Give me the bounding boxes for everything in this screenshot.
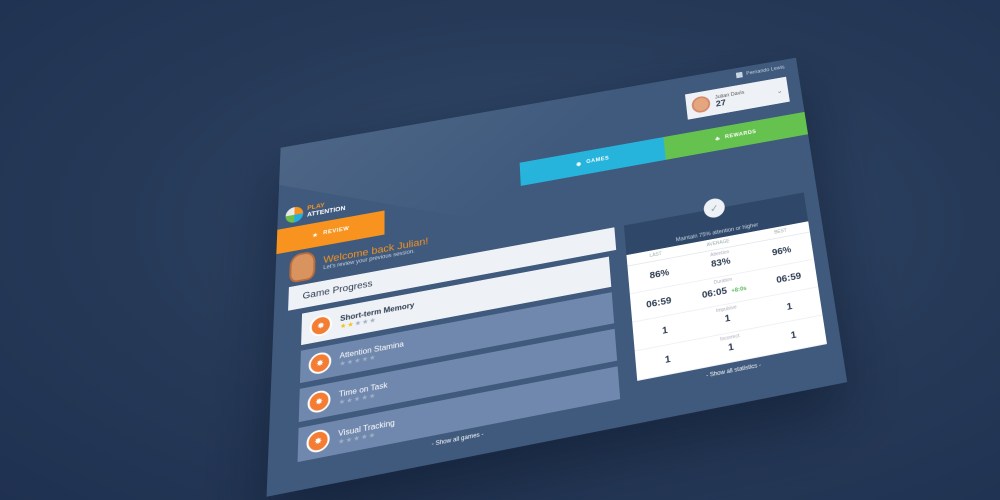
game-badge-icon: ✸ — [308, 350, 332, 376]
stat-average: 83% — [710, 255, 732, 270]
col-last: LAST — [649, 251, 662, 259]
game-info: Attention Stamina ★★★★★ — [339, 339, 404, 367]
stats-panel: ✓ Maintain 75% attention or higher LAST … — [623, 192, 827, 381]
user-menu[interactable]: Fernando Lewis — [736, 64, 785, 79]
stat-last: 1 — [664, 353, 672, 366]
stat-average: 1 — [724, 312, 731, 325]
profile-text: Julian Davis 27 — [715, 90, 746, 109]
stat-diff: +8:0s — [731, 286, 747, 295]
game-info: Visual Tracking ★★★★★ — [338, 418, 395, 446]
stats-column: ✓ Maintain 75% attention or higher LAST … — [623, 192, 831, 407]
stat-best: 1 — [790, 329, 798, 341]
avatar — [690, 94, 712, 114]
profile-selector[interactable]: Julian Davis 27 ⌄ — [684, 76, 790, 120]
stage: Fernando Lewis Julian Davis 27 ⌄ PLAY AT… — [0, 0, 1000, 500]
stat-average: 06:05 — [701, 286, 728, 301]
tab-rewards-label: REWARDS — [724, 129, 757, 140]
game-badge-icon: ✸ — [309, 313, 333, 338]
logo-icon — [285, 205, 304, 225]
col-average: AVERAGE — [706, 238, 730, 249]
chevron-down-icon[interactable]: ⌄ — [776, 87, 783, 95]
stat-last: 1 — [661, 324, 669, 337]
col-best: BEST — [773, 228, 788, 236]
stat-best: 1 — [786, 301, 793, 313]
star-icon: ★ — [312, 232, 319, 239]
user-menu-icon — [736, 71, 744, 79]
mascot-image — [289, 250, 316, 284]
brand-text: PLAY ATTENTION — [307, 199, 346, 219]
stat-last: 86% — [649, 267, 670, 281]
tab-games-label: GAMES — [586, 155, 610, 165]
stat-best: 96% — [771, 244, 792, 258]
gamepad-icon: ◉ — [576, 161, 582, 168]
game-badge-icon: ✸ — [306, 427, 330, 455]
game-badge-icon: ✸ — [307, 388, 331, 415]
app-screen: Fernando Lewis Julian Davis 27 ⌄ PLAY AT… — [266, 57, 848, 497]
trophy-icon: ☘ — [714, 136, 721, 143]
game-info: Time on Task ★★★★★ — [339, 380, 388, 406]
user-menu-name: Fernando Lewis — [746, 64, 785, 77]
game-info: Short-term Memory ★★★★★ — [340, 300, 414, 329]
stat-average: 1 — [727, 341, 735, 354]
tab-review-label: REVIEW — [323, 226, 350, 237]
